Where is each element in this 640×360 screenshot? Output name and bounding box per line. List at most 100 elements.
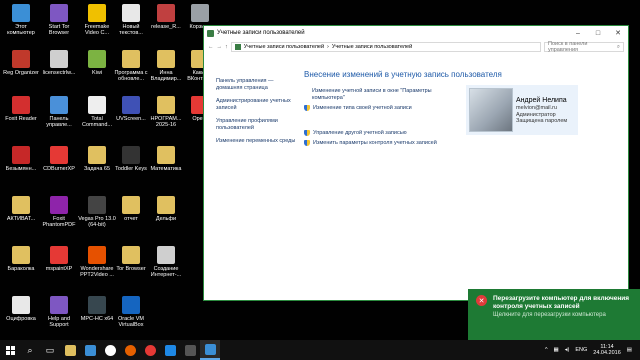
desktop-icon[interactable]: CDBurnerXP <box>40 142 78 188</box>
breadcrumb-item[interactable]: Учетные записи пользователей <box>244 44 324 50</box>
close-button[interactable]: ✕ <box>608 26 628 40</box>
desktop-icon[interactable]: Total Command... <box>78 92 116 138</box>
minimize-button[interactable]: – <box>568 26 588 40</box>
desktop-icon[interactable]: mspaintXP <box>40 242 78 288</box>
up-arrow-icon[interactable]: ↑ <box>225 44 228 50</box>
desktop-icon-label: Tor Browser <box>116 266 146 272</box>
desktop-icon-label: Создание Интернет-... <box>150 266 182 278</box>
desktop-icon[interactable]: Freemake Video C... <box>78 0 116 46</box>
task-view-icon: ▭ <box>45 344 55 355</box>
desktop-icon[interactable]: Создание Интернет-... <box>147 242 185 288</box>
folder-icon <box>64 344 76 356</box>
desktop-icon[interactable]: Start Tor Browser <box>40 0 78 46</box>
search-icon: ⌕ <box>27 344 33 355</box>
link-manage-other-label[interactable]: Управление другой учетной записью <box>313 130 407 137</box>
desktop-icon[interactable]: Foxit Reader <box>2 92 40 138</box>
regorganizer-icon <box>12 50 30 68</box>
desktop-icon[interactable]: Математика <box>147 142 185 188</box>
maximize-button[interactable]: □ <box>588 26 608 40</box>
clock[interactable]: 11:14 24.04.2016 <box>593 344 621 357</box>
desktop-icon[interactable]: Toddler Keys <box>112 142 150 188</box>
forward-arrow-icon[interactable]: → <box>217 44 223 50</box>
desktop-icon[interactable]: Оцифровка <box>2 292 40 338</box>
action-center-icon[interactable]: ▤ <box>627 347 632 353</box>
link-pc-settings-label[interactable]: Изменение учетной записи в окне "Парамет… <box>312 88 462 101</box>
left-link-home[interactable]: Панель управления — домашняя страница <box>216 78 298 91</box>
taskbar-yandex[interactable] <box>100 340 120 360</box>
desktop-icon[interactable]: Бараколка <box>2 242 40 288</box>
desktop-icon-label: Toddler Keys <box>115 166 147 172</box>
left-link-env-vars[interactable]: Изменение переменных среды <box>216 138 298 145</box>
notification-chevron-icon[interactable]: ^ <box>545 347 548 353</box>
desktop-icon[interactable]: Help and Support <box>40 292 78 338</box>
title-bar[interactable]: Учетные записи пользователей – □ ✕ <box>204 26 628 40</box>
app-icon <box>184 344 196 356</box>
help-icon <box>50 296 68 314</box>
desktop-icon[interactable]: Дельфи <box>147 192 185 238</box>
link-uac-settings-label[interactable]: Изменить параметры контроля учетных запи… <box>313 140 437 147</box>
desktop-icon-label: НРОГРАМ... 2025-16 <box>150 116 182 128</box>
desktop-icon[interactable]: Панель управле... <box>40 92 78 138</box>
left-link-profiles[interactable]: Управление профилями пользователей <box>216 118 298 131</box>
desktop-icon[interactable]: UVScreen... <box>112 92 150 138</box>
desktop-icon[interactable]: отчет <box>112 192 150 238</box>
desktop-icon[interactable]: Задача 65 <box>78 142 116 188</box>
desktop-icon[interactable]: MPC-HC x64 <box>78 292 116 338</box>
network-icon[interactable]: ▦ <box>554 347 559 353</box>
volume-icon[interactable]: ◂) <box>565 347 570 353</box>
link-change-type-label[interactable]: Изменение типа своей учетной записи <box>313 105 412 112</box>
user-protection: Защищена паролем <box>516 118 568 124</box>
desktop-icon[interactable]: release_R... <box>147 0 185 46</box>
taskbar-firefox[interactable] <box>120 340 140 360</box>
taskbar-control-panel[interactable] <box>200 340 220 360</box>
desktop-icon[interactable]: Reg Organizer <box>2 46 40 92</box>
desktop-icon[interactable]: Wondershare PPT2Video ... <box>78 242 116 288</box>
desktop-icon[interactable]: НРОГРАМ... 2025-16 <box>147 92 185 138</box>
desktop-icon-label: release_R... <box>151 24 181 30</box>
total-commander-icon <box>88 96 106 114</box>
desktop-icon[interactable]: Oracle VM VirtualBox <box>112 292 150 338</box>
yandex-icon <box>104 344 116 356</box>
taskbar-app[interactable] <box>180 340 200 360</box>
desktop-icon[interactable]: Инна Владимир... <box>147 46 185 92</box>
shield-icon <box>304 140 310 146</box>
search-button[interactable]: ⌕ <box>20 340 40 360</box>
taskbar-edge[interactable] <box>160 340 180 360</box>
desktop-icon[interactable]: Программа с обновле... <box>112 46 150 92</box>
start-button[interactable] <box>0 340 20 360</box>
desktop-icon[interactable]: АКТИВАТ... <box>2 192 40 238</box>
left-link-account-admin[interactable]: Администрирование учетных записей <box>216 98 298 111</box>
folder-icon <box>88 146 106 164</box>
search-input[interactable]: Поиск в панели управления ⌕ <box>544 41 624 53</box>
restart-notification[interactable]: ✕ Перезагрузите компьютер для включения … <box>468 289 640 340</box>
window-title: Учетные записи пользователей <box>217 30 305 36</box>
link-uac-settings[interactable]: Изменить параметры контроля учетных запи… <box>304 140 628 147</box>
uvscreen-icon <box>122 96 140 114</box>
language-indicator[interactable]: ENG <box>575 347 587 353</box>
breadcrumb[interactable]: Учетные записи пользователей › Учетные з… <box>230 42 541 52</box>
control-panel-icon <box>234 44 241 50</box>
desktop-icon[interactable]: Kiwi <box>78 46 116 92</box>
desktop-icon-label: Новый текстов... <box>119 24 143 36</box>
task-view-button[interactable]: ▭ <box>40 340 60 360</box>
desktop-icon[interactable]: Foxit PhantomPDF <box>40 192 78 238</box>
foxit-icon <box>12 96 30 114</box>
breadcrumb-item[interactable]: Учетные записи пользователей <box>332 44 412 50</box>
toddler-keys-icon <box>122 146 140 164</box>
folder-icon <box>12 196 30 214</box>
taskbar-opera[interactable] <box>140 340 160 360</box>
desktop-icon[interactable]: Tor Browser <box>112 242 150 288</box>
desktop-icon[interactable]: Новый текстов... <box>112 0 150 46</box>
desktop-icon[interactable]: Безымянн... <box>2 142 40 188</box>
taskbar-store[interactable] <box>80 340 100 360</box>
back-arrow-icon[interactable]: ← <box>208 44 214 50</box>
desktop-icon[interactable]: licensectrlw... <box>40 46 78 92</box>
desktop-icon[interactable]: Vegas Pro 13.0 (64-bit) <box>78 192 116 238</box>
taskbar: ⌕ ▭ ^ ▦ ◂) ENG 11:14 24.04.2016 ▤ <box>0 340 640 360</box>
taskbar-explorer[interactable] <box>60 340 80 360</box>
desktop-icon-label: mspaintXP <box>45 266 73 272</box>
folder-icon <box>122 246 140 264</box>
desktop-icon[interactable]: Этот компьютер <box>2 0 40 46</box>
desktop-icon-label: Total Command... <box>82 116 112 128</box>
desktop-icon-label: Freemake Video C... <box>84 24 110 36</box>
